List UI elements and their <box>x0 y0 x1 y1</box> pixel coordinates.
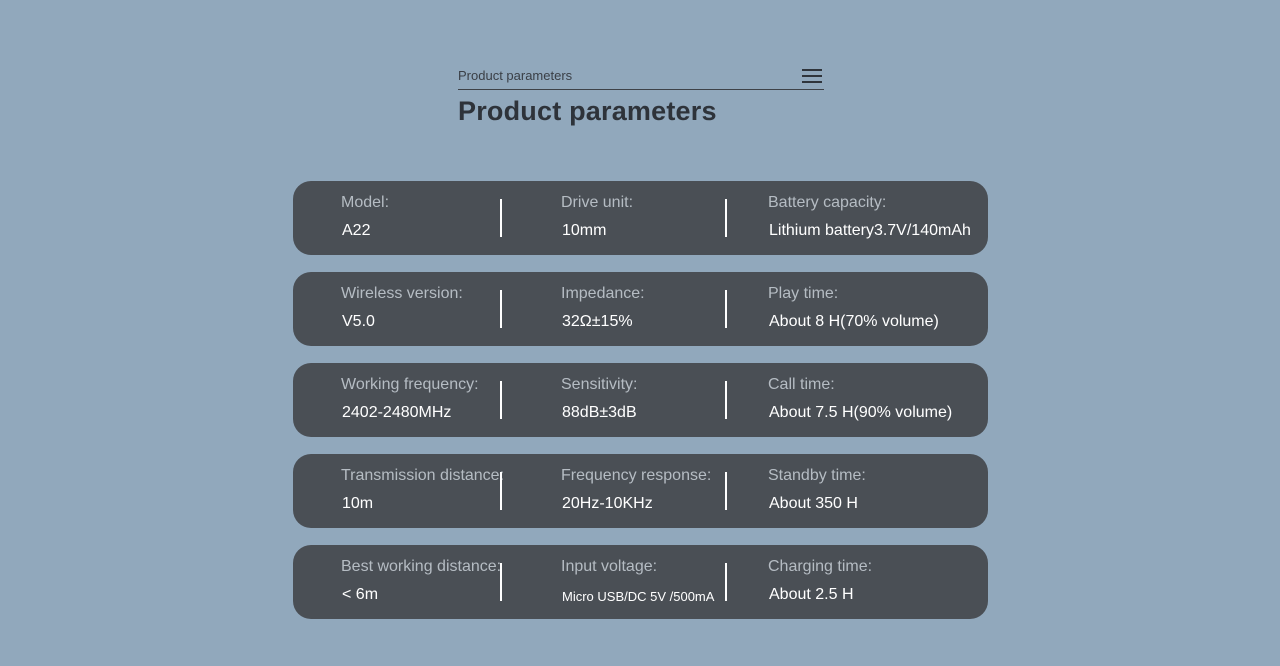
parameter-cell-call-time: Call time: About 7.5 H(90% volume) <box>768 363 983 437</box>
hamburger-menu-icon[interactable] <box>802 68 822 83</box>
header-bar: Product parameters <box>458 62 824 90</box>
parameter-cell-model: Model: A22 <box>341 181 501 255</box>
parameter-value: 2402-2480MHz <box>342 404 452 421</box>
column-divider <box>725 381 727 419</box>
parameter-label: Working frequency: <box>341 376 479 393</box>
parameter-label: Model: <box>341 194 390 211</box>
parameter-cell-working-frequency: Working frequency: 2402-2480MHz <box>341 363 501 437</box>
column-divider <box>500 563 502 601</box>
parameter-cell-sensitivity: Sensitivity: 88dB±3dB <box>561 363 731 437</box>
parameter-label: Best working distance: <box>341 558 502 575</box>
parameter-cell-frequency-response: Frequency response: 20Hz-10KHz <box>561 454 731 528</box>
parameter-value: Lithium battery3.7V/140mAh <box>769 222 971 239</box>
parameter-value: < 6m <box>342 586 379 603</box>
parameter-cell-best-working-distance: Best working distance: < 6m <box>341 545 501 619</box>
parameter-value: V5.0 <box>342 313 375 330</box>
column-divider <box>500 472 502 510</box>
page-header: Product parameters Product parameters <box>458 62 824 127</box>
parameter-value: About 2.5 H <box>769 586 854 603</box>
parameter-row: Model: A22 Drive unit: 10mm Battery capa… <box>293 181 988 255</box>
parameter-label: Wireless version: <box>341 285 463 302</box>
parameter-row: Working frequency: 2402-2480MHz Sensitiv… <box>293 363 988 437</box>
parameter-label: Frequency response: <box>561 467 712 484</box>
parameter-list: Model: A22 Drive unit: 10mm Battery capa… <box>293 181 988 636</box>
parameter-label: Transmission distance: <box>341 467 505 484</box>
parameter-cell-wireless-version: Wireless version: V5.0 <box>341 272 501 346</box>
parameter-label: Charging time: <box>768 558 873 575</box>
parameter-row: Transmission distance: 10m Frequency res… <box>293 454 988 528</box>
column-divider <box>500 381 502 419</box>
column-divider <box>725 472 727 510</box>
parameter-cell-standby-time: Standby time: About 350 H <box>768 454 983 528</box>
parameter-label: Input voltage: <box>561 558 658 575</box>
parameter-cell-transmission-distance: Transmission distance: 10m <box>341 454 505 528</box>
parameter-value: 88dB±3dB <box>562 404 637 421</box>
parameter-value: About 7.5 H(90% volume) <box>769 404 953 421</box>
parameter-label: Play time: <box>768 285 839 302</box>
parameter-cell-impedance: Impedance: 32Ω±15% <box>561 272 731 346</box>
column-divider <box>725 290 727 328</box>
parameter-label: Battery capacity: <box>768 194 887 211</box>
parameter-label: Standby time: <box>768 467 866 484</box>
parameter-label: Impedance: <box>561 285 645 302</box>
parameter-cell-charging-time: Charging time: About 2.5 H <box>768 545 983 619</box>
parameter-value: About 8 H(70% volume) <box>769 313 939 330</box>
parameter-value: About 350 H <box>769 495 858 512</box>
column-divider <box>725 199 727 237</box>
column-divider <box>500 290 502 328</box>
parameter-cell-play-time: Play time: About 8 H(70% volume) <box>768 272 983 346</box>
parameter-cell-battery-capacity: Battery capacity: Lithium battery3.7V/14… <box>768 181 983 255</box>
column-divider <box>725 563 727 601</box>
parameter-label: Drive unit: <box>561 194 634 211</box>
parameter-label: Call time: <box>768 376 835 393</box>
parameter-cell-input-voltage: Input voltage: Micro USB/DC 5V /500mA <box>561 545 731 619</box>
parameter-value: 32Ω±15% <box>562 313 633 330</box>
parameter-label: Sensitivity: <box>561 376 638 393</box>
page-title: Product parameters <box>458 96 717 126</box>
breadcrumb: Product parameters <box>458 68 573 83</box>
parameter-value: 10mm <box>562 222 607 239</box>
parameter-value: Micro USB/DC 5V /500mA <box>562 589 715 604</box>
parameter-value: 10m <box>342 495 374 512</box>
parameter-row: Best working distance: < 6m Input voltag… <box>293 545 988 619</box>
menu-icon-line <box>802 80 822 83</box>
menu-icon-line <box>802 74 822 77</box>
parameter-row: Wireless version: V5.0 Impedance: 32Ω±15… <box>293 272 988 346</box>
column-divider <box>500 199 502 237</box>
menu-icon-line <box>802 68 822 71</box>
parameter-value: 20Hz-10KHz <box>562 495 653 512</box>
parameter-cell-drive-unit: Drive unit: 10mm <box>561 181 731 255</box>
parameter-value: A22 <box>342 222 371 239</box>
